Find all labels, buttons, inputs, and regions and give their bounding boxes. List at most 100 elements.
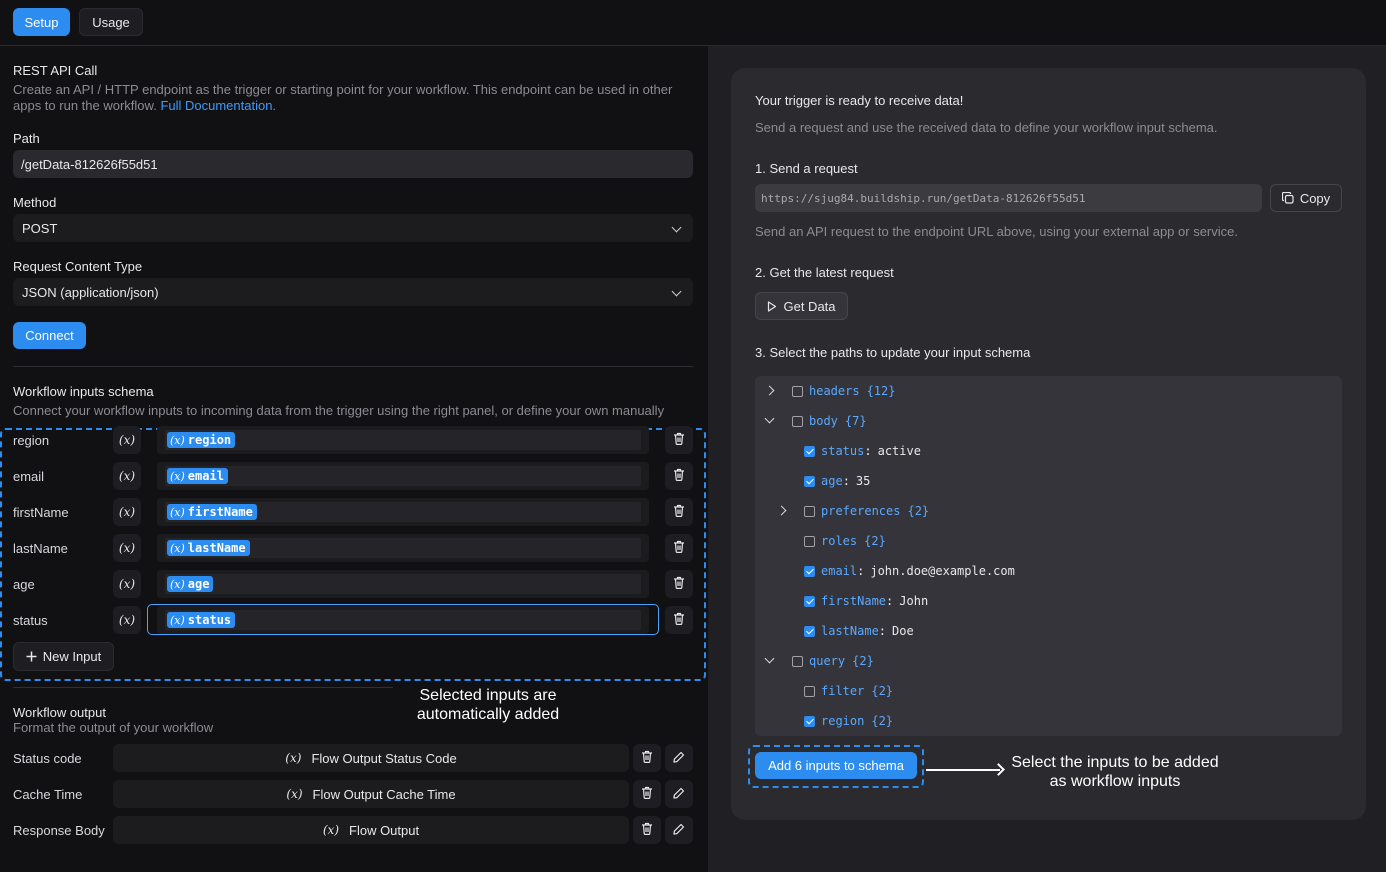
tree-node[interactable]: body {7} — [792, 413, 867, 429]
tree-node[interactable]: status: active — [804, 443, 921, 459]
tree-key: region — [821, 714, 865, 728]
output-value: Flow Output — [349, 822, 420, 838]
tree-node[interactable]: lastName: Doe — [804, 623, 914, 639]
connect-button[interactable]: Connect — [13, 322, 86, 349]
trash-icon — [641, 786, 653, 802]
checkbox-icon[interactable] — [804, 595, 815, 607]
tree-count: {2} — [907, 504, 930, 518]
edit-output-button[interactable] — [665, 780, 693, 808]
variable-chip[interactable]: (x) email — [167, 468, 228, 484]
input-value-field[interactable]: (x) firstName — [157, 498, 649, 526]
variable-icon: (x) — [322, 823, 340, 837]
variable-icon[interactable]: (x) — [113, 426, 141, 454]
input-value-field[interactable]: (x) lastName — [157, 534, 649, 562]
delete-input-button[interactable] — [665, 426, 693, 454]
tree-node[interactable]: region {2} — [804, 713, 893, 729]
output-value: Flow Output Status Code — [311, 750, 457, 766]
delete-input-button[interactable] — [665, 534, 693, 562]
input-name-4: age — [13, 577, 35, 592]
chip-label: email — [187, 469, 224, 483]
new-input-button[interactable]: New Input — [13, 642, 114, 671]
method-value: POST — [22, 220, 58, 236]
checkbox-icon[interactable] — [804, 715, 815, 727]
checkbox-icon[interactable] — [792, 655, 803, 667]
checkbox-icon[interactable] — [804, 565, 815, 577]
variable-icon[interactable]: (x) — [113, 606, 141, 634]
content-type-select[interactable]: JSON (application/json) — [13, 278, 693, 306]
tree-key: status — [821, 444, 865, 458]
new-input-label: New Input — [42, 649, 102, 664]
checkbox-icon[interactable] — [804, 535, 815, 547]
input-value-field[interactable]: (x) region — [157, 426, 649, 454]
variable-chip[interactable]: (x) lastName — [167, 540, 250, 556]
tree-count: {2} — [871, 684, 894, 698]
variable-chip[interactable]: (x) region — [167, 432, 236, 448]
copy-icon — [1281, 192, 1294, 204]
input-value-inner: (x) region — [165, 430, 641, 450]
pencil-icon — [673, 787, 685, 802]
tree-colon: : — [842, 474, 850, 488]
tree-count: {12} — [866, 384, 896, 398]
trigger-title: REST API Call — [13, 63, 98, 78]
variable-chip[interactable]: (x) firstName — [167, 504, 257, 520]
delete-output-button[interactable] — [633, 744, 661, 772]
pencil-icon — [673, 751, 685, 766]
delete-output-button[interactable] — [633, 780, 661, 808]
checkbox-icon[interactable] — [804, 685, 815, 697]
top-tab-bar: Setup Usage — [0, 0, 1386, 46]
divider — [13, 687, 393, 688]
documentation-link[interactable]: Full Documentation. — [160, 98, 276, 113]
variable-icon[interactable]: (x) — [113, 534, 141, 562]
variable-icon: (x) — [285, 751, 302, 765]
output-value-field[interactable]: (x) Flow Output Status Code — [113, 744, 629, 772]
copy-url-button[interactable]: Copy — [1270, 184, 1342, 212]
variable-icon: (x) — [170, 577, 185, 591]
tab-setup[interactable]: Setup — [13, 8, 70, 36]
output-value-field[interactable]: (x) Flow Output Cache Time — [113, 780, 629, 808]
checkbox-icon[interactable] — [804, 625, 815, 637]
tree-node[interactable]: headers {12} — [792, 383, 895, 399]
endpoint-url-field[interactable]: https://sjug84.buildship.run/getData-812… — [755, 184, 1262, 212]
panel-subtitle: Send a request and use the received data… — [755, 120, 1218, 135]
tree-key: preferences — [821, 504, 901, 518]
divider — [13, 366, 693, 367]
tree-node[interactable]: age:35 — [804, 473, 870, 489]
edit-output-button[interactable] — [665, 816, 693, 844]
add-inputs-button[interactable]: Add 6 inputs to schema — [755, 752, 917, 779]
input-value-field[interactable]: (x) email — [157, 462, 649, 490]
path-input[interactable]: /getData-812626f55d51 — [13, 150, 693, 178]
checkbox-icon[interactable] — [804, 475, 815, 487]
checkbox-icon[interactable] — [792, 385, 803, 397]
tree-node[interactable]: query {2} — [792, 653, 874, 669]
tab-usage[interactable]: Usage — [79, 8, 143, 36]
variable-icon[interactable]: (x) — [113, 462, 141, 490]
path-label: Path — [13, 131, 40, 146]
checkbox-icon[interactable] — [804, 505, 815, 517]
delete-input-button[interactable] — [665, 462, 693, 490]
variable-icon[interactable]: (x) — [113, 498, 141, 526]
delete-input-button[interactable] — [665, 570, 693, 598]
delete-output-button[interactable] — [633, 816, 661, 844]
variable-chip[interactable]: (x) age — [167, 576, 214, 592]
tree-node[interactable]: firstName: John — [804, 593, 928, 609]
get-data-button[interactable]: Get Data — [755, 292, 848, 320]
output-value-field[interactable]: (x) Flow Output — [113, 816, 629, 844]
step-2-heading: 2. Get the latest request — [755, 265, 894, 280]
step-1-heading: 1. Send a request — [755, 161, 858, 176]
delete-input-button[interactable] — [665, 606, 693, 634]
checkbox-icon[interactable] — [804, 445, 815, 457]
tree-count: {7} — [844, 414, 867, 428]
tree-node[interactable]: email: john.doe@example.com — [804, 563, 1015, 579]
step-1-hint: Send an API request to the endpoint URL … — [755, 224, 1238, 239]
plus-icon — [26, 651, 37, 662]
input-value-field[interactable]: (x) age — [157, 570, 649, 598]
delete-input-button[interactable] — [665, 498, 693, 526]
tree-node[interactable]: roles {2} — [804, 533, 886, 549]
tree-node[interactable]: filter {2} — [804, 683, 893, 699]
variable-icon[interactable]: (x) — [113, 570, 141, 598]
checkbox-icon[interactable] — [792, 415, 803, 427]
method-select[interactable]: POST — [13, 214, 693, 242]
tree-node[interactable]: preferences {2} — [804, 503, 929, 519]
focused-field-outline — [147, 604, 659, 635]
edit-output-button[interactable] — [665, 744, 693, 772]
